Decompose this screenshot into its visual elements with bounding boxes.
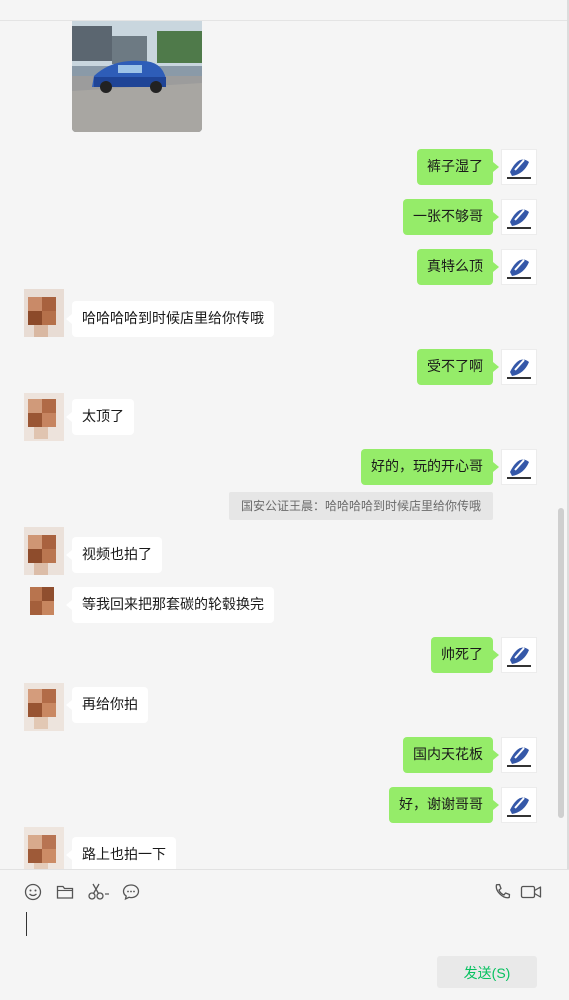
my-avatar[interactable]	[501, 149, 537, 185]
contact-message-bubble[interactable]: 哈哈哈哈到时候店里给你传哦	[66, 301, 274, 337]
phone-icon[interactable]	[492, 882, 512, 902]
message-row: 太顶了	[0, 389, 569, 441]
quote-row: 国安公证王晨：哈哈哈哈到时候店里给你传哦	[0, 492, 569, 520]
message-row: 真特么顶	[0, 249, 569, 285]
contact-avatar[interactable]	[24, 827, 64, 869]
chat-bubble-icon[interactable]	[121, 882, 141, 902]
my-message-bubble[interactable]: 真特么顶	[417, 249, 499, 285]
my-message-bubble[interactable]: 帅死了	[431, 637, 499, 673]
message-row: 受不了啊	[0, 349, 569, 385]
scissors-icon[interactable]	[87, 882, 111, 902]
my-avatar[interactable]	[501, 637, 537, 673]
contact-avatar[interactable]	[24, 583, 64, 631]
my-message-bubble[interactable]: 好的，玩的开心哥	[361, 449, 499, 485]
message-row: 帅死了	[0, 637, 569, 673]
message-row: 一张不够哥	[0, 199, 569, 235]
my-avatar[interactable]	[501, 449, 537, 485]
message-row: 好，谢谢哥哥	[0, 787, 569, 823]
message-row: 再给你拍	[0, 681, 569, 733]
photo-message-image[interactable]	[72, 21, 202, 132]
contact-avatar[interactable]	[24, 393, 64, 441]
my-message-bubble[interactable]: 国内天花板	[403, 737, 499, 773]
chat-header-strip	[0, 0, 569, 21]
contact-message-bubble[interactable]: 等我回来把那套碳的轮毂换完	[66, 587, 274, 623]
quoted-message[interactable]: 国安公证王晨：哈哈哈哈到时候店里给你传哦	[228, 492, 493, 520]
my-avatar[interactable]	[501, 249, 537, 285]
contact-avatar[interactable]	[24, 289, 64, 337]
message-list[interactable]: 裤子湿了 一张不够哥 真特么顶 哈哈哈哈到时候店里给你传哦 受不了啊 太顶了 好…	[0, 21, 569, 869]
message-row: 国内天花板	[0, 737, 569, 773]
message-row: 裤子湿了	[0, 149, 569, 185]
scrollbar-thumb[interactable]	[558, 508, 564, 818]
message-row: 视频也拍了	[0, 527, 569, 579]
contact-avatar[interactable]	[24, 527, 64, 575]
my-avatar[interactable]	[501, 787, 537, 823]
text-input-caret[interactable]	[26, 912, 27, 936]
my-message-bubble[interactable]: 一张不够哥	[403, 199, 499, 235]
my-message-bubble[interactable]: 裤子湿了	[417, 149, 499, 185]
my-avatar[interactable]	[501, 737, 537, 773]
contact-message-bubble[interactable]: 太顶了	[66, 399, 134, 435]
my-avatar[interactable]	[501, 199, 537, 235]
composer: 发送(S)	[0, 869, 569, 1000]
my-avatar[interactable]	[501, 349, 537, 385]
contact-message-bubble[interactable]: 再给你拍	[66, 687, 148, 723]
contact-message-bubble[interactable]: 视频也拍了	[66, 537, 162, 573]
message-row: 哈哈哈哈到时候店里给你传哦	[0, 289, 569, 341]
send-button[interactable]: 发送(S)	[437, 956, 537, 988]
emoji-icon[interactable]	[23, 882, 43, 902]
my-message-bubble[interactable]: 好，谢谢哥哥	[389, 787, 499, 823]
message-row: 好的，玩的开心哥	[0, 449, 569, 485]
folder-icon[interactable]	[55, 882, 75, 902]
video-icon[interactable]	[520, 882, 542, 902]
contact-avatar[interactable]	[24, 683, 64, 731]
message-row: 等我回来把那套碳的轮毂换完	[0, 583, 569, 631]
message-row: 路上也拍一下	[0, 827, 569, 869]
photo-message-row	[0, 21, 569, 133]
my-message-bubble[interactable]: 受不了啊	[417, 349, 499, 385]
contact-message-bubble[interactable]: 路上也拍一下	[66, 837, 176, 869]
